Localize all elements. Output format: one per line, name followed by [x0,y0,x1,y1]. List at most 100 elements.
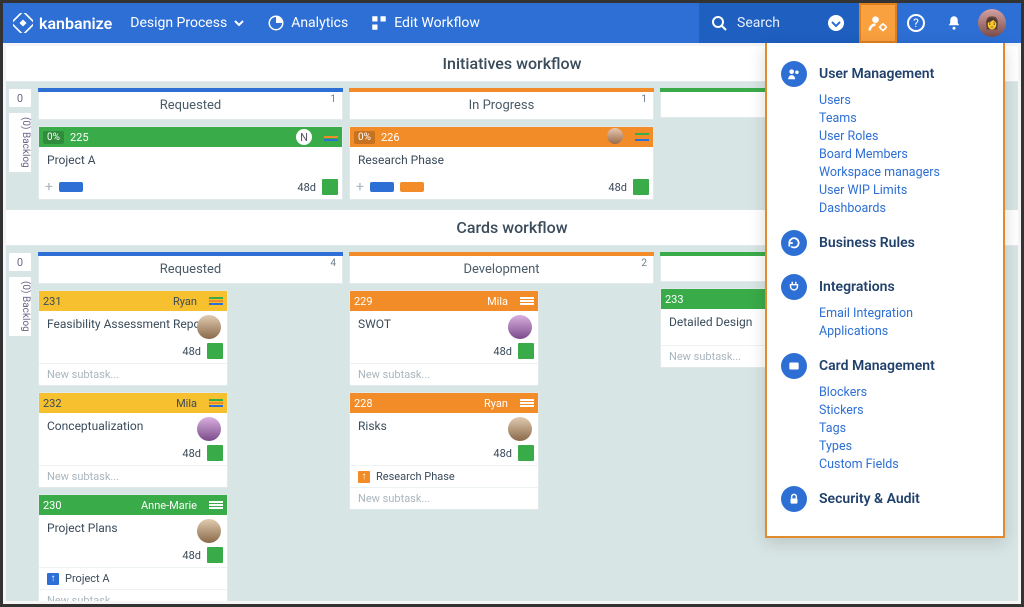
new-subtask[interactable]: New subtask... [39,589,227,601]
card-project-plans[interactable]: 230 Anne-Marie Project Plans 48d ↑Projec… [38,494,228,601]
section-title: Card Management [819,358,935,374]
chevron-down-circle-icon[interactable] [827,14,845,32]
backlog-label[interactable]: (0) Backlog [8,112,32,173]
assignee-name: Ryan [484,397,508,410]
assignee-avatar [607,128,623,144]
col-count: 1 [641,94,647,105]
parent-link[interactable]: ↑Research Phase [350,465,538,487]
search-box[interactable] [699,3,859,43]
card-title: Feasibility Assessment Report [47,317,209,331]
refresh-icon [781,230,807,256]
pie-chart-icon [267,14,285,32]
new-subtask[interactable]: New subtask... [350,487,538,509]
admin-business-rules[interactable]: Business Rules [781,226,989,260]
brand-logo[interactable]: kanbanize [13,13,112,33]
link-custom-fields[interactable]: Custom Fields [819,457,989,472]
kanbanize-icon [13,13,33,33]
card-id: 228 [354,397,373,410]
card-conceptualization[interactable]: 232 Mila Conceptualization 48d New subta… [38,392,228,488]
status-square [207,547,223,563]
col-label: Requested [160,98,222,113]
link-wip-limits[interactable]: User WIP Limits [819,183,989,198]
parent-link[interactable]: ↑Project A [39,567,227,589]
col-label: In Progress [469,98,535,113]
card-icon [781,353,807,379]
col-header-progress[interactable]: In Progress 1 [349,92,654,120]
lock-icon [781,486,807,512]
card-feasibility[interactable]: 231 Ryan Feasibility Assessment Report 4… [38,290,228,386]
status-square [518,343,534,359]
link-board-members[interactable]: Board Members [819,147,989,162]
card-age: 48d [493,447,512,460]
assignee-name: Mila [487,295,508,308]
help-button[interactable]: ? [897,3,935,43]
drag-icon[interactable] [324,132,338,142]
search-input[interactable] [737,15,817,31]
new-subtask[interactable]: New subtask... [350,363,538,385]
drag-icon[interactable] [209,500,223,510]
drag-icon[interactable] [635,132,649,142]
col-header-requested[interactable]: Requested 4 [38,256,343,284]
link-email-integration[interactable]: Email Integration [819,306,989,321]
card-age: 48d [182,447,201,460]
card-id: 230 [43,499,62,512]
parent-icon: ↑ [47,573,59,585]
status-square [207,343,223,359]
col-header-requested[interactable]: Requested 1 [38,92,343,120]
new-subtask[interactable]: New subtask... [39,465,227,487]
backlog-label[interactable]: (0) Backlog [8,276,32,337]
admin-card-management[interactable]: Card Management [781,349,989,383]
backlog-count[interactable]: 0 [8,252,32,272]
card-progress: 0% [354,131,375,144]
assignee-initial: N [296,129,312,145]
card-title: Project A [47,153,96,167]
drag-icon[interactable] [520,296,534,306]
user-avatar-button[interactable]: 👩 [973,3,1011,43]
bell-icon [945,14,963,32]
card-title: Conceptualization [47,419,143,433]
link-users[interactable]: Users [819,93,989,108]
backlog-count[interactable]: 0 [8,88,32,108]
admin-integrations[interactable]: Integrations [781,270,989,304]
admin-user-management[interactable]: User Management [781,57,989,91]
card-age: 48d [182,345,201,358]
assignee-avatar [508,315,532,339]
card-project-a[interactable]: 0% 225 N Project A + 48d [38,126,343,200]
status-square [518,445,534,461]
link-types[interactable]: Types [819,439,989,454]
card-swot[interactable]: 229 Mila SWOT 48d New subtask... [349,290,539,386]
card-research-phase[interactable]: 0% 226 Research Phase + [349,126,654,200]
new-subtask[interactable]: New subtask... [39,363,227,385]
top-navigation: kanbanize Design Process Analytics Edit … [3,3,1021,43]
card-title: Risks [358,419,387,433]
plug-icon [781,274,807,300]
admin-security[interactable]: Security & Audit [781,482,989,516]
link-applications[interactable]: Applications [819,324,989,339]
link-stickers[interactable]: Stickers [819,403,989,418]
card-risks[interactable]: 228 Ryan Risks 48d ↑Research Phase New s… [349,392,539,510]
search-icon [711,15,727,31]
parent-label: Research Phase [376,470,455,483]
drag-icon[interactable] [209,398,223,408]
assignee-avatar [197,417,221,441]
notifications-button[interactable] [935,3,973,43]
col-header-development[interactable]: Development 2 [349,256,654,284]
drag-icon[interactable] [209,296,223,306]
link-workspace-managers[interactable]: Workspace managers [819,165,989,180]
admin-panel: User Management Users Teams User Roles B… [765,43,1005,538]
edit-workflow-link[interactable]: Edit Workflow [370,14,480,32]
link-blockers[interactable]: Blockers [819,385,989,400]
add-chip-icon[interactable]: + [45,179,53,195]
card-id: 231 [43,295,62,308]
link-dashboards[interactable]: Dashboards [819,201,989,216]
chip [400,182,424,192]
link-tags[interactable]: Tags [819,421,989,436]
link-teams[interactable]: Teams [819,111,989,126]
link-user-roles[interactable]: User Roles [819,129,989,144]
analytics-link[interactable]: Analytics [267,14,348,32]
drag-icon[interactable] [520,398,534,408]
card-title: Detailed Design [669,315,752,329]
add-chip-icon[interactable]: + [356,179,364,195]
board-dropdown[interactable]: Design Process [130,15,245,31]
admin-gear-button[interactable] [859,3,897,43]
